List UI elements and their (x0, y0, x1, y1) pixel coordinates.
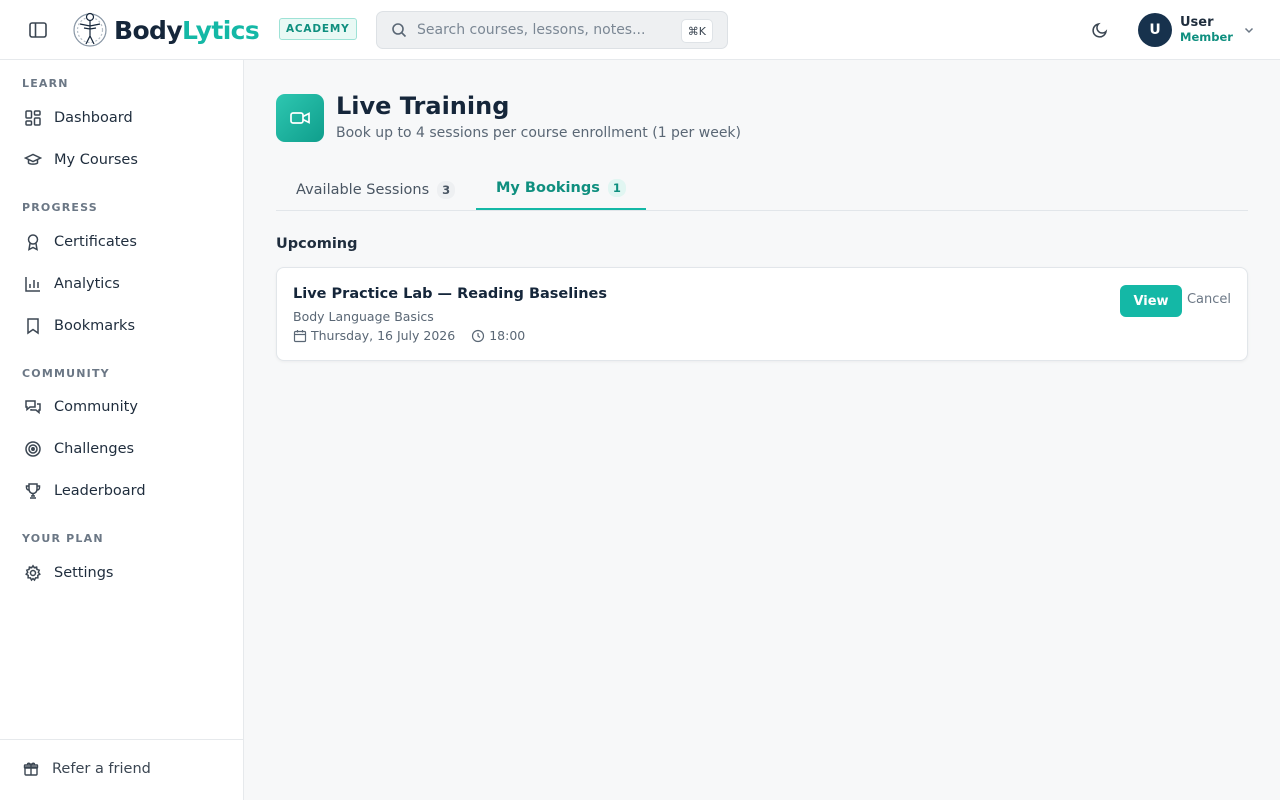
sidebar-item-label: Challenges (54, 441, 135, 457)
sidebar-item-challenges[interactable]: Challenges (12, 431, 232, 467)
booking-card: Live Practice Lab — Reading Baselines Bo… (276, 267, 1248, 361)
search-icon (392, 23, 407, 38)
moon-icon[interactable] (1089, 19, 1111, 41)
gift-icon (22, 760, 40, 778)
tabs: Available Sessions 3 My Bookings 1 (276, 168, 1248, 211)
sidebar-item-label: Dashboard (54, 110, 133, 126)
course-name: Body Language Basics (293, 309, 434, 324)
grid-icon (24, 109, 42, 127)
section-label-progress: PROGRESS (22, 201, 98, 214)
refer-a-friend-link[interactable]: Refer a friend (22, 760, 151, 778)
sidebar-item-label: Certificates (54, 234, 137, 250)
search-input[interactable] (417, 22, 667, 38)
bookmark-icon (24, 317, 42, 335)
clock-icon (472, 329, 485, 342)
sidebar-item-label: Bookmarks (54, 318, 136, 334)
refer-label: Refer a friend (52, 761, 151, 777)
user-role: Member (1180, 30, 1233, 44)
top-bar: BodyLytics ACADEMY ⌘K U User Member (0, 0, 1280, 60)
trophy-icon (24, 482, 42, 500)
page-subtitle: Book up to 4 sessions per course enrollm… (336, 125, 742, 141)
video-camera-icon (276, 94, 324, 142)
gear-icon (24, 564, 42, 582)
logo[interactable]: BodyLytics (72, 10, 260, 50)
sidebar-item-community[interactable]: Community (12, 389, 232, 425)
sidebar-item-settings[interactable]: Settings (12, 555, 232, 591)
tab-label: Available Sessions (296, 181, 430, 198)
tab-my-bookings[interactable]: My Bookings 1 (476, 168, 646, 210)
target-icon (24, 440, 42, 458)
shortcut-hint: ⌘K (680, 19, 713, 43)
sidebar-item-bookmarks[interactable]: Bookmarks (12, 308, 232, 344)
logo-figure-icon (73, 12, 107, 47)
sidebar-item-label: Analytics (54, 276, 120, 292)
sidebar-footer: Refer a friend (0, 739, 243, 800)
sidebar-item-certificates[interactable]: Certificates (12, 224, 232, 260)
sidebar-item-label: My Courses (54, 152, 138, 168)
calendar-icon (293, 329, 307, 342)
chevron-down-icon (1244, 27, 1253, 34)
search-bar[interactable]: ⌘K (376, 11, 728, 49)
user-menu[interactable]: U User Member (1138, 13, 1255, 47)
session-date: Thursday, 16 July 2026 (311, 328, 456, 343)
tab-available-sessions[interactable]: Available Sessions 3 (276, 168, 475, 211)
page-title: Live Training (336, 92, 510, 120)
academy-badge: ACADEMY (279, 18, 357, 40)
tab-count-badge: 3 (437, 180, 456, 199)
section-heading-upcoming: Upcoming (276, 236, 358, 252)
sidebar-item-label: Community (54, 399, 138, 415)
logo-text: BodyLytics (114, 15, 260, 45)
tab-label: My Bookings (496, 180, 600, 196)
user-name: User (1180, 15, 1214, 30)
cancel-button[interactable]: Cancel (1187, 292, 1231, 307)
section-label-plan: YOUR PLAN (22, 532, 104, 545)
chat-bubbles-icon (24, 398, 42, 416)
sidebar-toggle-icon[interactable] (26, 18, 50, 42)
bar-chart-icon (24, 275, 42, 293)
session-meta: Thursday, 16 July 2026 18:00 (293, 328, 525, 343)
graduation-cap-icon (24, 151, 42, 169)
sidebar-item-label: Settings (54, 565, 114, 581)
session-title: Live Practice Lab — Reading Baselines (293, 286, 607, 302)
view-button[interactable]: View (1120, 285, 1182, 317)
sidebar-item-leaderboard[interactable]: Leaderboard (12, 473, 232, 509)
sidebar-item-analytics[interactable]: Analytics (12, 266, 232, 302)
sidebar-item-dashboard[interactable]: Dashboard (12, 100, 232, 136)
session-time: 18:00 (489, 328, 526, 343)
avatar: U (1138, 13, 1172, 47)
award-icon (24, 233, 42, 251)
section-label-learn: LEARN (22, 77, 69, 90)
sidebar-item-my-courses[interactable]: My Courses (12, 142, 232, 178)
section-label-community: COMMUNITY (22, 367, 110, 380)
sidebar-item-label: Leaderboard (54, 483, 146, 499)
sidebar: LEARN Dashboard My Courses PROGRESS Cert… (0, 60, 244, 800)
tab-count-badge: 1 (607, 179, 626, 197)
